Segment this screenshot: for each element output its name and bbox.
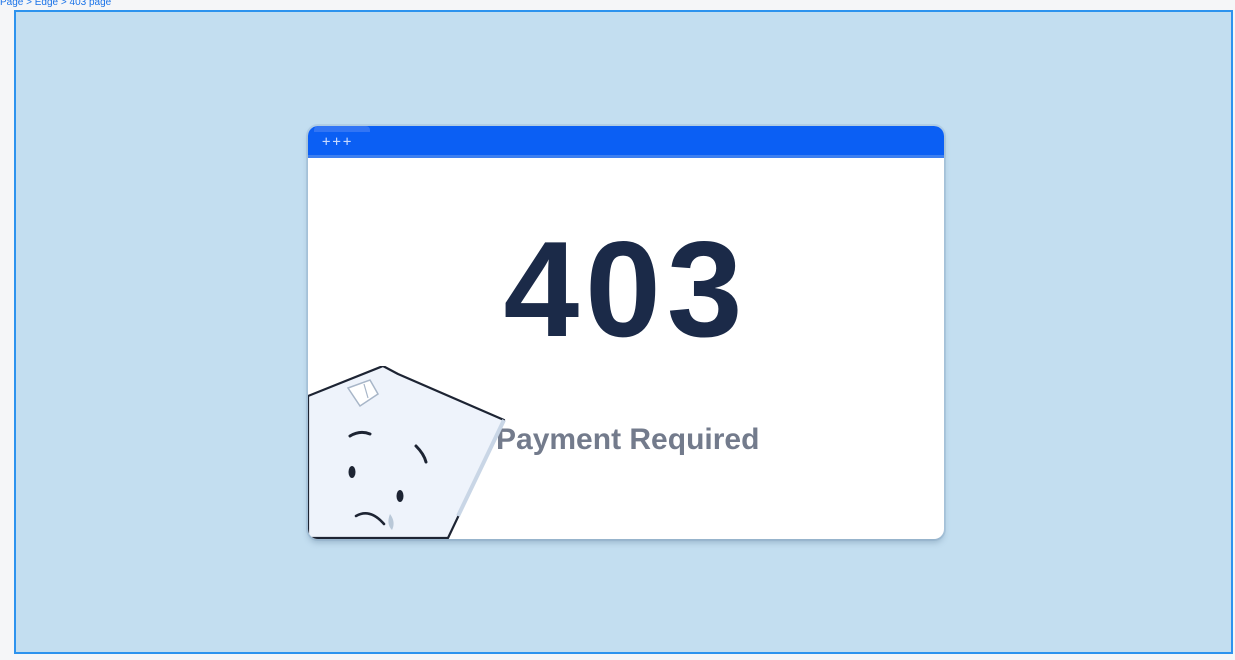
error-code: 403 <box>503 213 749 365</box>
sad-paper-icon <box>308 366 506 539</box>
page-canvas: +++ 403 Payment Required <box>14 10 1233 654</box>
error-message: Payment Required <box>496 423 760 456</box>
browser-window: +++ 403 Payment Required <box>308 126 944 539</box>
breadcrumb[interactable]: Page > Edge > 403 page <box>0 0 111 10</box>
window-controls-icon: +++ <box>322 134 354 150</box>
window-titlebar: +++ <box>308 126 944 158</box>
titlebar-tab <box>314 126 370 132</box>
